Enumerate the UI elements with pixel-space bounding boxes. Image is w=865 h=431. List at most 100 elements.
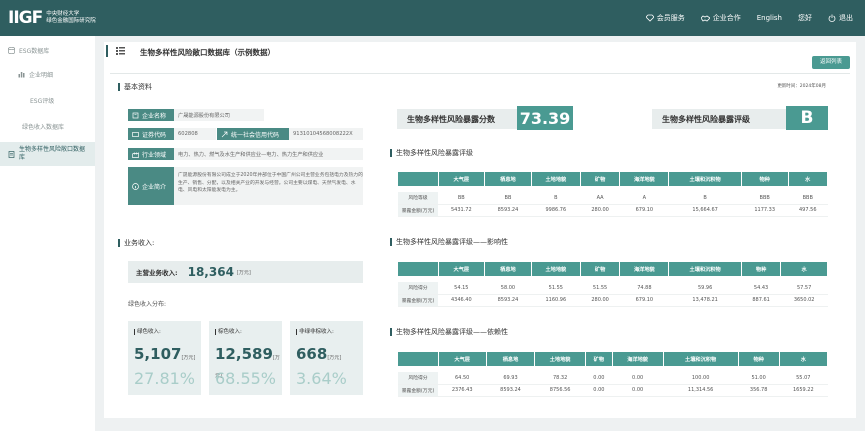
card-percent: 68.55% [215,369,277,388]
row-header: 风险得分 [398,372,438,385]
nav-english[interactable]: English [757,14,782,22]
intro-value: 广晟能源股份有限公司成立于2020年并部位于中国广州公司主营业务包括电力及热力的… [174,167,363,205]
card-unit: [万元] [327,355,342,361]
diamond-icon [645,14,654,22]
table-row: 风险得分 64.50 69.93 78.32 0.00 0.00 100.00 … [398,372,828,385]
table-cell: 51.55 [580,282,620,295]
logo-line1: 中央财经大学 [46,11,80,17]
company-name-label-text: 企业名称 [142,112,167,120]
logo[interactable]: IIGF 中央财经大学 绿色金融国际研究院 [8,8,96,28]
rating-table-title: 生物多样性风险暴露评级 [390,148,473,158]
sidebar: ESG数据库 企业明细 ESG评级 绿色收入数据库 生物多样性风险敞口数据库 [0,36,95,431]
column-header: 大气层 [438,352,487,366]
basic-info-title: 基本资料 [118,82,152,92]
stock-code-value: 602808 [174,128,216,140]
sidebar-item-esg-database[interactable]: ESG数据库 [0,42,95,58]
card-label: 非绿非棕收入: [296,329,334,335]
dependency-table-title-text: 生物多样性风险暴露评级——依赖性 [396,328,508,336]
intro-label: 企业简介 [128,167,174,205]
nav-logout[interactable]: 退出 [828,13,853,23]
card-unit: [万元] [181,355,196,361]
update-time: 更新时间：2024年08月 [777,84,826,89]
table-cell: 74.88 [619,282,669,295]
green-income-card: 绿色收入: 5,107[万元] 27.81% [128,321,201,395]
column-header: 水 [780,262,828,276]
table-cell: 1160.96 [531,294,581,307]
nav-cooperation-label: 企业合作 [712,14,741,22]
column-header: 矿物 [585,352,613,366]
back-to-list-button[interactable]: 返回列表 [812,56,850,69]
table-cell: 5431.72 [438,204,485,217]
top-bar: IIGF 中央财经大学 绿色金融国际研究院 会员服务 企业合作 English … [0,0,865,36]
table-cell: 0.00 [612,384,664,397]
column-header: 土地地貌 [531,172,581,186]
menu-icon[interactable] [116,47,125,55]
card-icon [132,131,139,137]
score-value: 73.39 [517,106,573,130]
building-icon [132,112,139,118]
column-header: 物种 [741,172,789,186]
card-percent: 3.64% [296,369,347,388]
income-title-text: 业务收入: [124,239,155,247]
industry-label: 行业领域 [128,148,174,160]
table-cell: 2376.43 [438,384,487,397]
table-cell: 8756.56 [534,384,586,397]
nav-member-service-label: 会员服务 [656,14,685,22]
industry-label-text: 行业领域 [142,151,167,159]
column-header: 海洋地貌 [619,172,670,186]
table-cell: A [619,192,669,205]
rating-value: B [786,106,828,130]
table-cell: 280.00 [580,204,620,217]
bar-chart-icon [18,71,25,77]
row-header: 暴露金额(万元) [398,204,438,217]
rating-label: 生物多样性风险暴露评级 [652,109,792,129]
score-label: 生物多样性风险暴露分数 [397,109,517,129]
sidebar-item-label: ESG评级 [30,97,55,105]
sidebar-item-green-income[interactable]: 绿色收入数据库 [0,118,95,134]
logo-line2: 绿色金融国际研究院 [46,18,96,24]
table-cell: 51.00 [738,372,780,385]
table-cell: 69.93 [486,372,535,385]
industry-value: 电力、热力、燃气及水生产和供应业—电力、热力生产和供应业 [174,148,363,160]
row-header: 风险等级 [398,192,438,205]
nav-cooperation[interactable]: 企业合作 [700,13,741,23]
main-income-label: 主营业务收入: [136,269,178,277]
column-header: 海洋地貌 [612,352,664,366]
table-cell: 8593.24 [486,384,535,397]
card-value: 5,107 [134,345,182,363]
main-income-value: 18,364 [187,265,234,279]
nav-greeting[interactable]: 您好 [798,13,812,23]
impact-table: 大气层 栖息地 土地地貌 矿物 海洋地貌 土壤和沉积物 物种 水 风险得分 54… [398,262,828,307]
rating-table-title-text: 生物多样性风险暴露评级 [396,149,473,157]
table-cell: 51.55 [531,282,581,295]
sidebar-item-label: ESG数据库 [19,47,50,55]
table-cell: 100.00 [663,372,739,385]
column-header: 矿物 [580,262,621,276]
page-header: 生物多样性风险敞口数据库（示例数据） [104,42,856,62]
sidebar-item-esg-rating[interactable]: ESG评级 [0,92,95,108]
column-header-blank [398,172,439,186]
table-cell: 679.10 [619,294,669,307]
table-row: 风险等级 BB BB B AA A B BBB BBB [398,192,828,205]
sidebar-item-company-detail[interactable]: 企业明细 [0,66,95,82]
column-header: 水 [779,352,829,366]
nav-member-service[interactable]: 会员服务 [645,13,685,23]
table-cell: 11,314.56 [663,384,739,397]
document-icon [8,150,15,158]
nav-english-label: English [756,14,782,22]
income-title: 业务收入: [118,238,154,248]
table-cell: 78.32 [534,372,586,385]
table-cell: 0.00 [612,372,664,385]
table-cell: 57.57 [780,282,828,295]
power-icon [828,14,836,22]
table-cell: 15,664.67 [668,204,742,217]
table-cell: 356.78 [738,384,780,397]
sidebar-item-biodiversity[interactable]: 生物多样性风险敞口数据库 [0,142,95,166]
stock-code-label: 证券代码 [128,128,174,140]
intro-label-text: 企业简介 [142,183,167,191]
column-header: 物种 [738,352,780,366]
table-cell: 3650.02 [780,294,828,307]
credit-code-label: 统一社会信用代码 [217,128,289,140]
table-cell: B [668,192,742,205]
link-icon [221,131,228,137]
